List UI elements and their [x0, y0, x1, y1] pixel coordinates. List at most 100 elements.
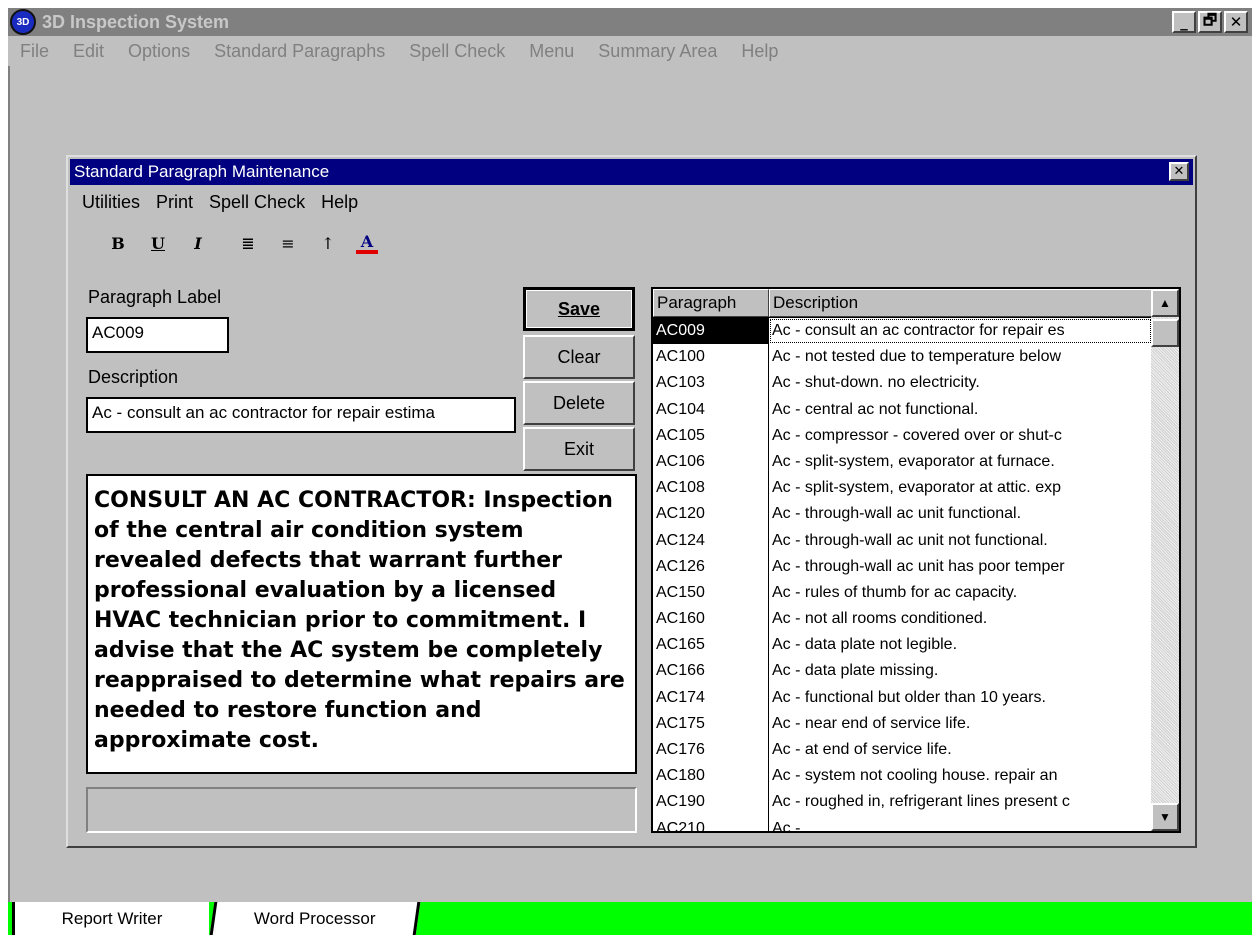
description-cell: Ac - compressor - covered over or shut-c [772, 426, 1062, 444]
description-cell: Ac - ... [772, 819, 819, 833]
clear-label: Clear [557, 346, 601, 367]
table-row[interactable]: AC108 Ac - split-system, evaporator at at… [653, 475, 1152, 502]
align-center-icon[interactable]: ≡ [268, 229, 308, 257]
table-row[interactable]: AC180 Ac - system not cooling house. repa… [653, 763, 1152, 790]
paragraph-code-cell: AC175 [653, 710, 769, 737]
list-header: Paragraph Description [653, 289, 1179, 318]
table-row[interactable]: AC009 Ac - consult an ac contractor for r… [653, 318, 1152, 345]
restore-button[interactable]: 🗗 [1198, 11, 1222, 33]
dialog-menu-utilities[interactable]: Utilities [74, 192, 148, 213]
menu-standard-paragraphs[interactable]: Standard Paragraphs [202, 41, 397, 62]
paragraph-code-cell: AC104 [653, 396, 769, 423]
table-row[interactable]: AC104 Ac - central ac not functional. [653, 396, 1152, 423]
paragraph-code-cell: AC126 [653, 553, 769, 580]
column-header-description[interactable]: Description [769, 289, 1153, 317]
paragraph-code-cell: AC150 [653, 579, 769, 607]
table-row[interactable]: AC124 Ac - through-wall ac unit not funct… [653, 527, 1152, 554]
menu-help[interactable]: Help [729, 41, 790, 62]
table-row[interactable]: AC103 Ac - shut-down. no electricity. [653, 370, 1152, 397]
app-title: 3D Inspection System [42, 11, 230, 32]
description-caption: Description [88, 367, 179, 387]
align-left-icon[interactable]: ≣ [228, 229, 268, 257]
dialog-menu-spell-check[interactable]: Spell Check [201, 192, 313, 213]
tab-word-processor[interactable]: Word Processor [209, 902, 421, 935]
bold-icon[interactable]: B [98, 229, 138, 257]
paragraph-code-cell: AC165 [653, 632, 769, 659]
scroll-down-icon[interactable]: ▼ [1151, 803, 1179, 831]
table-row[interactable]: AC176 Ac - at end of service life. [653, 737, 1152, 764]
exit-button[interactable]: Exit [523, 427, 635, 471]
description-input[interactable]: Ac - consult an ac contractor for repair… [86, 397, 516, 433]
clear-button[interactable]: Clear [523, 335, 635, 379]
list-rows: AC009 Ac - consult an ac contractor for r… [653, 318, 1152, 833]
close-button[interactable]: ✕ [1224, 11, 1248, 33]
table-row[interactable]: AC174 Ac - functional but older than 10 y… [653, 684, 1152, 711]
paragraph-code-cell: AC108 [653, 475, 769, 502]
menu-edit[interactable]: Edit [61, 41, 116, 62]
app-menubar: File Edit Options Standard Paragraphs Sp… [8, 36, 1252, 66]
app-titlebar: 3D 3D Inspection System _ 🗗 ✕ [8, 8, 1252, 36]
font-color-icon[interactable]: A [356, 232, 378, 254]
paragraph-code-cell: AC124 [653, 527, 769, 554]
paragraph-code-cell: AC105 [653, 422, 769, 449]
column-header-paragraph[interactable]: Paragraph [653, 289, 769, 317]
standard-paragraph-dialog: Standard Paragraph Maintenance ✕ Utiliti… [66, 155, 1197, 848]
table-row[interactable]: AC106 Ac - split-system, evaporator at fu… [653, 448, 1152, 476]
table-row[interactable]: AC150 Ac - rules of thumb for ac capacity… [653, 579, 1152, 607]
scroll-up-icon[interactable]: ▲ [1151, 289, 1179, 317]
table-row[interactable]: AC165 Ac - data plate not legible. [653, 632, 1152, 659]
paragraph-code-cell: AC103 [653, 370, 769, 397]
table-row[interactable]: AC160 Ac - not all rooms conditioned. [653, 606, 1152, 633]
italic-icon[interactable]: I [178, 229, 218, 257]
description-cell: Ac - through-wall ac unit has poor tempe… [772, 557, 1065, 575]
menu-menu[interactable]: Menu [517, 41, 586, 62]
menu-summary-area[interactable]: Summary Area [586, 41, 729, 62]
underline-icon[interactable]: U [138, 229, 178, 257]
minimize-button[interactable]: _ [1172, 11, 1196, 33]
paragraph-code-cell: AC160 [653, 606, 769, 633]
dialog-close-button[interactable]: ✕ [1169, 162, 1189, 181]
paragraph-label-input[interactable]: AC009 [86, 317, 229, 353]
description-cell: Ac - at end of service life. [772, 741, 952, 758]
paragraph-code-cell: AC120 [653, 501, 769, 528]
list-scrollbar[interactable]: ▲ ▼ [1151, 289, 1179, 831]
paragraph-code-cell: AC009 [653, 318, 769, 345]
dialog-menubar: Utilities Print Spell Check Help [74, 189, 366, 215]
save-button[interactable]: Save [523, 287, 635, 331]
dialog-menu-print[interactable]: Print [148, 192, 201, 213]
save-label: Save [557, 298, 601, 319]
app-logo-icon[interactable]: 3D [10, 9, 36, 35]
paragraph-label-caption: Paragraph Label [88, 287, 222, 307]
menu-options[interactable]: Options [116, 41, 202, 62]
table-row[interactable]: AC105 Ac - compressor - covered over or s… [653, 422, 1152, 449]
description-cell: Ac - split-system, evaporator at furnace… [772, 452, 1055, 470]
paragraph-text-editor[interactable]: CONSULT AN AC CONTRACTOR: Inspection of … [86, 474, 637, 774]
scroll-thumb[interactable] [1151, 319, 1179, 347]
table-row[interactable]: AC190 Ac - roughed in, refrigerant lines … [653, 789, 1152, 816]
paragraph-code-cell: AC210 [653, 815, 769, 831]
description-cell: Ac - near end of service life. [772, 714, 971, 732]
paragraph-list[interactable]: Paragraph Description AC009 Ac - consult … [651, 287, 1181, 833]
table-row[interactable]: AC100 Ac - not tested due to temperature … [653, 344, 1152, 371]
delete-button[interactable]: Delete [523, 381, 635, 425]
paragraph-code-cell: AC176 [653, 737, 769, 764]
description-cell: Ac - roughed in, refrigerant lines prese… [772, 793, 1070, 811]
tab-report-writer[interactable]: Report Writer [12, 902, 209, 935]
paragraph-code-cell: AC180 [653, 763, 769, 790]
description-cell: Ac - system not cooling house. repair an [772, 767, 1058, 785]
table-row[interactable]: AC120 Ac - through-wall ac unit functiona… [653, 501, 1152, 528]
dialog-menu-help[interactable]: Help [313, 192, 366, 213]
exit-label: Exit [563, 438, 594, 459]
description-cell: Ac - shut-down. no electricity. [772, 374, 980, 392]
description-cell: Ac - not tested due to temperature below [772, 348, 1062, 366]
status-field [86, 787, 637, 833]
menu-spell-check[interactable]: Spell Check [397, 41, 517, 62]
table-row[interactable]: AC210 Ac - ... [653, 815, 1152, 833]
paragraph-code-cell: AC190 [653, 789, 769, 816]
dialog-title: Standard Paragraph Maintenance [74, 162, 330, 181]
table-row[interactable]: AC166 Ac - data plate missing. [653, 658, 1152, 685]
superscript-icon[interactable]: ↑ [308, 229, 348, 257]
table-row[interactable]: AC126 Ac - through-wall ac unit has poor … [653, 553, 1152, 580]
menu-file[interactable]: File [8, 41, 61, 62]
table-row[interactable]: AC175 Ac - near end of service life. [653, 710, 1152, 737]
